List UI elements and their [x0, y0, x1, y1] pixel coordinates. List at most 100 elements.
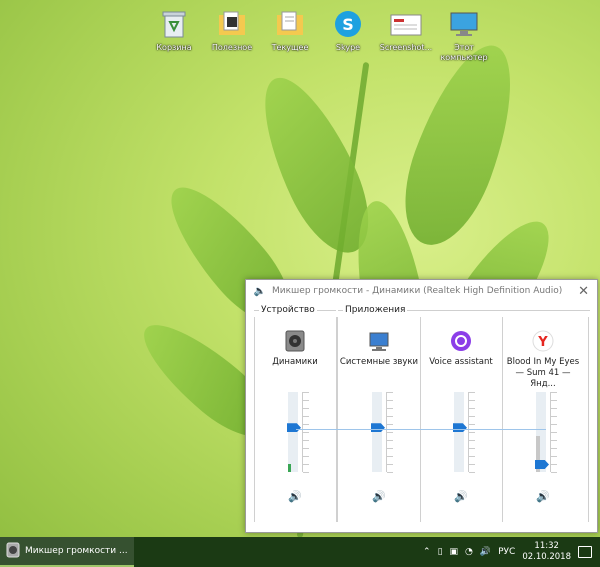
channel-name: Динамики	[272, 357, 318, 367]
svg-text:Y: Y	[537, 335, 548, 350]
svg-text:S: S	[342, 15, 354, 34]
slider-tick	[303, 432, 309, 433]
slider-tick	[469, 408, 475, 409]
slider-tick	[551, 424, 557, 425]
mute-speaker-icon[interactable]: 🔊	[536, 490, 550, 503]
slider-tick	[387, 456, 393, 457]
desktop-icon-label: Skype	[335, 43, 361, 52]
slider-tick	[551, 432, 557, 433]
computer-icon	[448, 8, 480, 40]
clock-date: 02.10.2018	[522, 552, 571, 562]
slider-tick	[551, 464, 557, 465]
slider-tick	[303, 392, 309, 393]
slider-tick	[387, 424, 393, 425]
volume-slider-thumb[interactable]	[287, 423, 301, 433]
language-indicator[interactable]: РУС	[498, 547, 515, 557]
slider-tick	[469, 472, 475, 473]
desktop-icon-screenshot[interactable]: Screenshot...	[377, 8, 435, 63]
folder-icon	[216, 8, 248, 40]
slider-tick	[387, 400, 393, 401]
slider-ticks	[386, 392, 395, 473]
chat-icon[interactable]: ▣	[450, 547, 459, 557]
slider-tick	[551, 440, 557, 441]
slider-tick	[551, 408, 557, 409]
channel-device: Динамики 🔊	[254, 317, 336, 522]
volume-slider-thumb[interactable]	[453, 423, 467, 433]
system-sounds-icon	[368, 330, 390, 352]
desktop-icon-folder-useful[interactable]: Полезное	[203, 8, 261, 63]
system-tray: ⌃ ▯ ▣ ◔ 🔊 РУС 11:32 02.10.2018	[423, 541, 600, 563]
slider-tick	[469, 456, 475, 457]
slider-tick	[469, 416, 475, 417]
master-level-line	[296, 429, 546, 430]
desktop-icon-label: Текущее	[271, 43, 309, 52]
window-title: Микшер громкости - Динамики (Realtek Hig…	[272, 286, 563, 296]
taskbar-item-label: Микшер громкости ...	[25, 546, 128, 556]
speaker-icon: 🔈	[253, 285, 267, 297]
slider-tick	[303, 424, 309, 425]
slider-tick	[303, 416, 309, 417]
document-icon	[390, 8, 422, 40]
slider-tick	[469, 432, 475, 433]
taskbar-item-volume-mixer[interactable]: Микшер громкости ...	[0, 537, 134, 567]
chevron-up-icon[interactable]: ⌃	[423, 547, 431, 557]
slider-tick	[469, 392, 475, 393]
mute-speaker-icon[interactable]: 🔊	[454, 490, 468, 503]
desktop-icon-skype[interactable]: S Skype	[319, 8, 377, 63]
desktop-icon-label: Этот компьютер	[440, 43, 488, 62]
desktop-icon-label: Полезное	[211, 43, 253, 52]
slider-tick	[303, 472, 309, 473]
yandex-browser-icon: Y	[532, 330, 554, 352]
volume-slider-thumb[interactable]	[535, 460, 549, 469]
channel-voice-assistant: Voice assistant 🔊	[420, 317, 502, 522]
channel-system-sounds: Системные звуки 🔊	[338, 317, 420, 522]
taskbar: Микшер громкости ... ⌃ ▯ ▣ ◔ 🔊 РУС 11:32…	[0, 537, 600, 567]
volume-slider-thumb[interactable]	[371, 423, 385, 433]
mute-speaker-icon[interactable]: 🔊	[372, 490, 386, 503]
slider-tick	[303, 448, 309, 449]
slider-ticks	[550, 392, 559, 473]
slider-tick	[551, 400, 557, 401]
desktop-icon-label: Screenshot...	[379, 43, 433, 52]
slider-tick	[469, 440, 475, 441]
close-icon[interactable]: ✕	[578, 284, 589, 299]
volume-icon[interactable]: 🔊	[480, 547, 491, 557]
mute-speaker-icon[interactable]: 🔊	[288, 490, 302, 503]
slider-tick	[387, 392, 393, 393]
notifications-icon[interactable]	[578, 546, 592, 558]
slider-tick	[387, 432, 393, 433]
wifi-icon[interactable]: ◔	[465, 547, 473, 557]
channel-name: Системные звуки	[339, 357, 419, 367]
desktop-icon-this-pc[interactable]: Этот компьютер	[435, 8, 493, 63]
divider	[588, 317, 589, 522]
title-bar[interactable]: 🔈 Микшер громкости - Динамики (Realtek H…	[246, 280, 597, 302]
channel-name: Blood In My Eyes — Sum 41 — Янд...	[506, 357, 580, 389]
slider-tick	[387, 464, 393, 465]
slider-tick	[303, 408, 309, 409]
speaker-device-icon	[284, 330, 306, 352]
slider-tick	[387, 472, 393, 473]
clock[interactable]: 11:32 02.10.2018	[522, 541, 571, 563]
slider-tick	[551, 472, 557, 473]
slider-tick	[387, 448, 393, 449]
desktop-icon-label: Корзина	[156, 43, 192, 52]
slider-tick	[551, 456, 557, 457]
desktop-icon-recycle-bin[interactable]: Корзина	[145, 8, 203, 63]
folder-icon	[274, 8, 306, 40]
slider-tick	[469, 448, 475, 449]
volume-mixer-window[interactable]: 🔈 Микшер громкости - Динамики (Realtek H…	[245, 279, 598, 533]
channel-yandex-browser: Y Blood In My Eyes — Sum 41 — Янд... 🔊	[502, 317, 584, 522]
slider-tick	[469, 424, 475, 425]
desktop-icon-folder-current[interactable]: Текущее	[261, 8, 319, 63]
slider-ticks	[468, 392, 477, 473]
slider-tick	[551, 416, 557, 417]
slider-tick	[387, 408, 393, 409]
recycle-bin-icon	[158, 8, 190, 40]
slider-tick	[303, 400, 309, 401]
slider-tick	[469, 464, 475, 465]
slider-tick	[303, 464, 309, 465]
device-section-label: Устройство	[259, 305, 317, 315]
slider-tick	[387, 440, 393, 441]
clock-time: 11:32	[534, 541, 559, 551]
battery-icon[interactable]: ▯	[438, 547, 443, 557]
